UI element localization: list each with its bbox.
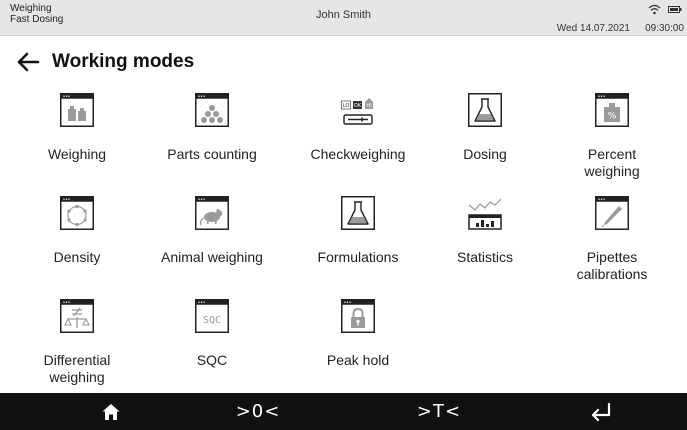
mode-sqc[interactable]: SQC SQC bbox=[147, 299, 277, 394]
differential-weighing-icon bbox=[60, 299, 94, 333]
peak-hold-icon bbox=[341, 299, 375, 333]
mode-label: Pipettes calibrations bbox=[576, 249, 648, 282]
weighing-icon bbox=[60, 93, 94, 127]
mode-label: Weighing bbox=[47, 146, 107, 162]
statistics-icon bbox=[468, 198, 502, 230]
battery-icon bbox=[668, 6, 682, 13]
mode-label: SQC bbox=[196, 352, 228, 368]
lo-label: LO bbox=[343, 103, 350, 109]
mode-statistics[interactable]: Statistics bbox=[420, 196, 550, 291]
status-icons bbox=[648, 4, 682, 16]
percent-weighing-icon: % bbox=[595, 93, 629, 127]
mode-parts-counting[interactable]: Parts counting bbox=[147, 93, 277, 188]
mode-density[interactable]: Density bbox=[12, 196, 142, 291]
mode-label: Differential weighing bbox=[43, 352, 111, 385]
dosing-icon bbox=[468, 93, 502, 127]
status-user: John Smith bbox=[315, 9, 372, 21]
pipettes-calibrations-icon bbox=[595, 196, 629, 230]
back-button[interactable] bbox=[16, 51, 40, 73]
sqc-icon: SQC bbox=[195, 299, 229, 333]
mode-animal-weighing[interactable]: Animal weighing bbox=[147, 196, 277, 291]
tare-label: >T< bbox=[416, 401, 462, 422]
status-bar: Weighing Fast Dosing John Smith Wed 14.0… bbox=[0, 0, 687, 36]
sqc-glyph: SQC bbox=[203, 315, 221, 326]
home-button[interactable] bbox=[51, 393, 171, 430]
mode-label: Peak hold bbox=[326, 352, 390, 368]
mode-weighing[interactable]: Weighing bbox=[12, 93, 142, 188]
mode-label: Animal weighing bbox=[161, 249, 263, 265]
status-time: 09:30:00 bbox=[645, 23, 684, 34]
formulations-icon bbox=[341, 196, 375, 230]
mode-differential-weighing[interactable]: Differential weighing bbox=[12, 299, 142, 394]
zero-button[interactable]: >0< bbox=[198, 393, 318, 430]
mode-label: Percent weighing bbox=[584, 146, 640, 179]
home-icon bbox=[102, 403, 120, 420]
mode-percent-weighing[interactable]: % Percent weighing bbox=[547, 93, 677, 188]
ok-label: OK bbox=[354, 103, 362, 109]
wifi-icon bbox=[648, 4, 660, 15]
bottom-bar: >0< >T< bbox=[0, 393, 687, 430]
mode-label: Dosing bbox=[463, 146, 507, 162]
enter-icon bbox=[591, 402, 611, 421]
mode-label: Formulations bbox=[317, 249, 399, 265]
animal-weighing-icon bbox=[195, 196, 229, 230]
percent-glyph: % bbox=[608, 112, 617, 122]
enter-button[interactable] bbox=[541, 393, 661, 430]
parts-counting-icon bbox=[195, 93, 229, 127]
page-title: Working modes bbox=[52, 51, 195, 72]
mode-label: Density bbox=[53, 249, 101, 265]
mode-checkweighing[interactable]: LO OK HI Checkweighing bbox=[283, 93, 433, 188]
status-date: Wed 14.07.2021 bbox=[556, 23, 630, 34]
hi-label: HI bbox=[366, 103, 371, 109]
arrow-left-icon bbox=[17, 52, 40, 72]
mode-peak-hold[interactable]: Peak hold bbox=[283, 299, 433, 394]
mode-label: Parts counting bbox=[167, 146, 257, 162]
mode-label: Statistics bbox=[456, 249, 513, 265]
mode-dosing[interactable]: Dosing bbox=[420, 93, 550, 188]
checkweighing-icon: LO OK HI bbox=[341, 98, 373, 125]
mode-label: Checkweighing bbox=[310, 146, 406, 162]
mode-pipettes-calibrations[interactable]: Pipettes calibrations bbox=[547, 196, 677, 291]
zero-label: >0< bbox=[235, 401, 281, 422]
density-icon bbox=[60, 196, 94, 230]
tare-button[interactable]: >T< bbox=[379, 393, 499, 430]
mode-formulations[interactable]: Formulations bbox=[283, 196, 433, 291]
